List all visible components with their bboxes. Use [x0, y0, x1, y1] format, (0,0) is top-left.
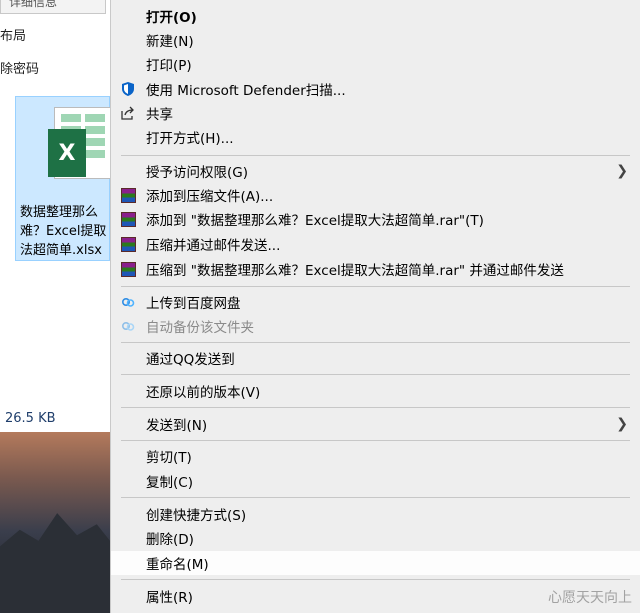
explorer-pane: 详细信息 布局 除密码 X 数据整理那么 难？Excel提取 法超简单.xlsx…	[0, 0, 112, 613]
winrar-icon	[120, 261, 136, 277]
menu-item-share-label: 共享	[146, 107, 173, 123]
menu-item-new[interactable]: 新建(N)	[111, 28, 640, 52]
menu-separator	[121, 374, 630, 375]
winrar-icon	[120, 211, 136, 227]
menu-item-open-label: 打开(O)	[146, 10, 197, 26]
menu-item-copy-label: 复制(C)	[146, 475, 193, 491]
menu-separator	[121, 286, 630, 287]
menu-item-rename-label: 重命名(M)	[146, 557, 209, 573]
chevron-right-icon: ❯	[616, 416, 628, 432]
menu-item-baidu-upload-label: 上传到百度网盘	[146, 296, 241, 312]
menu-item-rename[interactable]: 重命名(M)	[111, 551, 640, 575]
menu-item-send-to-label: 发送到(N)	[146, 418, 208, 434]
menu-item-add-archive-label: 添加到压缩文件(A)...	[146, 189, 274, 205]
menu-separator	[121, 155, 630, 156]
selected-file[interactable]: X 数据整理那么 难？Excel提取 法超简单.xlsx	[15, 96, 112, 261]
menu-item-print-label: 打印(P)	[146, 58, 192, 74]
menu-item-delete[interactable]: 删除(D)	[111, 526, 640, 550]
menu-item-compress-rar-email-label: 压缩到 "数据整理那么难？Excel提取大法超简单.rar" 并通过邮件发送	[146, 263, 564, 279]
menu-item-compress-rar-email[interactable]: 压缩到 "数据整理那么难？Excel提取大法超简单.rar" 并通过邮件发送	[111, 257, 640, 281]
menu-item-grant-access[interactable]: 授予访问权限(G) ❯	[111, 159, 640, 183]
menu-separator	[121, 407, 630, 408]
details-header-text: 详细信息	[9, 0, 58, 9]
menu-item-compress-email[interactable]: 压缩并通过邮件发送...	[111, 232, 640, 256]
menu-item-auto-backup: 自动备份该文件夹	[111, 314, 640, 338]
context-menu: 打开(O) 新建(N) 打印(P) 使用 Microsoft Defender扫…	[110, 0, 640, 613]
menu-item-grant-access-label: 授予访问权限(G)	[146, 165, 248, 181]
menu-item-cut-label: 剪切(T)	[146, 450, 192, 466]
layout-row[interactable]: 布局	[0, 25, 26, 44]
menu-item-defender-scan[interactable]: 使用 Microsoft Defender扫描...	[111, 77, 640, 101]
menu-item-defender-label: 使用 Microsoft Defender扫描...	[146, 83, 346, 99]
menu-item-print[interactable]: 打印(P)	[111, 52, 640, 76]
details-pane-header[interactable]: 详细信息	[0, 0, 106, 14]
menu-item-restore-versions[interactable]: 还原以前的版本(V)	[111, 379, 640, 403]
winrar-icon	[120, 236, 136, 252]
menu-item-create-shortcut-label: 创建快捷方式(S)	[146, 508, 247, 524]
excel-badge: X	[48, 129, 86, 177]
menu-item-add-rar[interactable]: 添加到 "数据整理那么难？Excel提取大法超简单.rar"(T)	[111, 207, 640, 231]
share-icon	[120, 105, 136, 121]
menu-item-delete-label: 删除(D)	[146, 532, 194, 548]
menu-separator	[121, 579, 630, 580]
menu-item-baidu-upload[interactable]: 上传到百度网盘	[111, 290, 640, 314]
menu-separator	[121, 342, 630, 343]
menu-item-copy[interactable]: 复制(C)	[111, 469, 640, 493]
remove-password-row[interactable]: 除密码	[0, 58, 39, 77]
menu-separator	[121, 440, 630, 441]
watermark: 心愿天天向上	[548, 590, 632, 606]
menu-separator	[121, 497, 630, 498]
menu-item-open-with[interactable]: 打开方式(H)...	[111, 125, 640, 149]
baidu-netdisk-icon	[120, 318, 136, 334]
menu-item-share[interactable]: 共享	[111, 101, 640, 125]
menu-item-auto-backup-label: 自动备份该文件夹	[146, 320, 254, 336]
menu-item-compress-email-label: 压缩并通过邮件发送...	[146, 238, 281, 254]
chevron-right-icon: ❯	[616, 163, 628, 179]
baidu-netdisk-icon	[120, 294, 136, 310]
menu-item-restore-versions-label: 还原以前的版本(V)	[146, 385, 261, 401]
menu-item-send-qq[interactable]: 通过QQ发送到	[111, 346, 640, 370]
menu-item-open-with-label: 打开方式(H)...	[146, 131, 234, 147]
desktop-wallpaper	[0, 432, 110, 613]
file-size: 26.5 KB	[5, 411, 56, 426]
menu-item-open[interactable]: 打开(O)	[111, 4, 640, 28]
menu-item-cut[interactable]: 剪切(T)	[111, 444, 640, 468]
menu-item-properties-label: 属性(R)	[146, 590, 193, 606]
menu-item-new-label: 新建(N)	[146, 34, 194, 50]
menu-item-send-qq-label: 通过QQ发送到	[146, 352, 235, 368]
winrar-icon	[120, 187, 136, 203]
menu-item-add-rar-label: 添加到 "数据整理那么难？Excel提取大法超简单.rar"(T)	[146, 213, 484, 229]
menu-item-send-to[interactable]: 发送到(N) ❯	[111, 412, 640, 436]
menu-item-create-shortcut[interactable]: 创建快捷方式(S)	[111, 502, 640, 526]
menu-item-add-archive[interactable]: 添加到压缩文件(A)...	[111, 183, 640, 207]
shield-icon	[120, 81, 136, 97]
